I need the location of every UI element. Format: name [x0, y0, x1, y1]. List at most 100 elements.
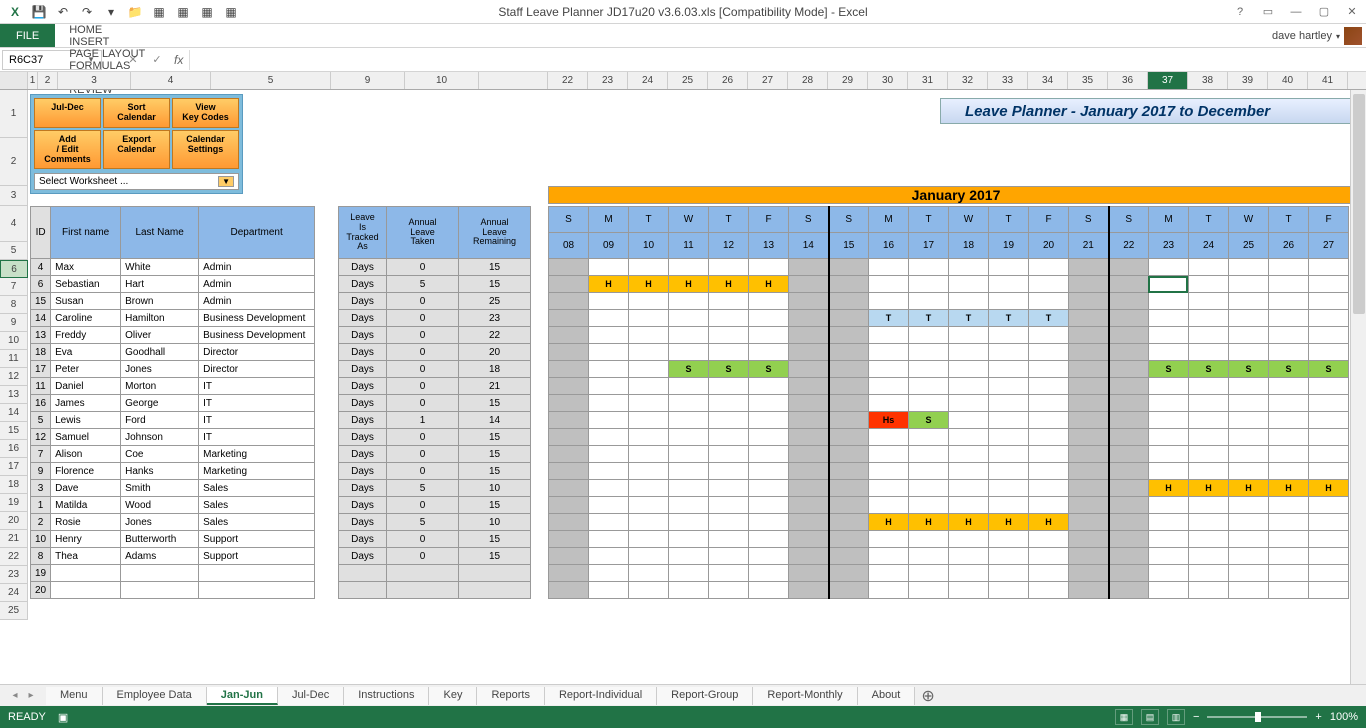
add-sheet-icon[interactable]: ⊕ [915, 686, 940, 706]
cell[interactable]: Days [339, 276, 387, 293]
cal-cell[interactable] [949, 293, 989, 310]
cal-cell[interactable]: S [1309, 361, 1349, 378]
cal-cell[interactable] [669, 531, 709, 548]
cal-cell[interactable] [829, 480, 869, 497]
cell[interactable]: 0 [387, 378, 459, 395]
cal-cell[interactable] [669, 259, 709, 276]
cal-cell[interactable] [1229, 565, 1269, 582]
col-header[interactable]: 39 [1228, 72, 1268, 89]
cal-cell[interactable] [789, 446, 829, 463]
cal-cell[interactable] [869, 327, 909, 344]
cal-cell[interactable] [789, 395, 829, 412]
cal-cell[interactable] [629, 361, 669, 378]
row-header[interactable]: 24 [0, 584, 28, 602]
cell[interactable]: Days [339, 480, 387, 497]
cal-cell[interactable] [709, 293, 749, 310]
cal-cell[interactable] [1069, 497, 1109, 514]
cal-cell[interactable] [549, 378, 589, 395]
cal-cell[interactable] [989, 463, 1029, 480]
cell[interactable]: Days [339, 412, 387, 429]
cell[interactable]: Marketing [199, 446, 315, 463]
staff-header[interactable]: First name [51, 207, 121, 259]
cal-cell[interactable] [1069, 276, 1109, 293]
cell[interactable]: IT [199, 395, 315, 412]
panel-button-jul-dec[interactable]: Jul-Dec [34, 98, 101, 128]
cal-cell[interactable] [789, 514, 829, 531]
cell[interactable]: Oliver [121, 327, 199, 344]
cal-cell[interactable] [749, 463, 789, 480]
cal-cell[interactable] [1229, 548, 1269, 565]
cal-cell[interactable]: S [1229, 361, 1269, 378]
user-area[interactable]: dave hartley ▾ [1272, 24, 1362, 48]
cell[interactable]: Samuel [51, 429, 121, 446]
cal-cell[interactable] [1069, 395, 1109, 412]
table-row[interactable]: 4MaxWhiteAdmin [31, 259, 315, 276]
cal-cell[interactable] [869, 463, 909, 480]
cell[interactable]: 1 [387, 412, 459, 429]
table-row[interactable]: 20 [31, 582, 315, 599]
cal-cell[interactable] [629, 480, 669, 497]
col-header[interactable]: 25 [668, 72, 708, 89]
cal-cell[interactable] [1149, 276, 1189, 293]
cal-cell[interactable] [1309, 582, 1349, 599]
cell[interactable]: 15 [459, 548, 531, 565]
cell[interactable]: Days [339, 327, 387, 344]
cal-cell[interactable] [909, 259, 949, 276]
cal-cell[interactable]: T [949, 310, 989, 327]
cell[interactable]: 10 [459, 480, 531, 497]
cal-cell[interactable] [1269, 497, 1309, 514]
cell[interactable]: Alison [51, 446, 121, 463]
table-row[interactable]: Days015 [339, 259, 531, 276]
cal-cell[interactable] [1309, 446, 1349, 463]
cal-cell[interactable] [709, 412, 749, 429]
cal-cell[interactable] [989, 548, 1029, 565]
cal-cell[interactable] [709, 259, 749, 276]
maximize-icon[interactable]: ▢ [1312, 2, 1336, 22]
cell[interactable]: Lewis [51, 412, 121, 429]
cal-cell[interactable] [989, 259, 1029, 276]
cal-cell[interactable] [1029, 480, 1069, 497]
cal-cell[interactable] [709, 327, 749, 344]
cal-cell[interactable] [829, 548, 869, 565]
table-row[interactable]: Days021 [339, 378, 531, 395]
cal-cell[interactable] [1069, 361, 1109, 378]
cal-cell[interactable] [789, 548, 829, 565]
cal-cell[interactable] [1309, 412, 1349, 429]
cal-cell[interactable] [1109, 514, 1149, 531]
cal-cell[interactable] [949, 429, 989, 446]
cal-cell[interactable] [829, 276, 869, 293]
cal-cell[interactable] [1109, 429, 1149, 446]
cal-cell[interactable] [629, 446, 669, 463]
row-header[interactable]: 8 [0, 296, 28, 314]
cell[interactable]: 0 [387, 548, 459, 565]
table-row[interactable]: Days015 [339, 446, 531, 463]
cal-cell[interactable] [1229, 514, 1269, 531]
cal-cell[interactable] [829, 378, 869, 395]
cal-cell[interactable] [909, 548, 949, 565]
cal-cell[interactable] [1189, 463, 1229, 480]
cal-cell[interactable] [949, 395, 989, 412]
cal-cell[interactable] [1029, 548, 1069, 565]
sheet-tab-report-monthly[interactable]: Report-Monthly [753, 687, 857, 705]
cell[interactable]: 15 [459, 259, 531, 276]
cell[interactable]: Business Development [199, 310, 315, 327]
cell[interactable]: 13 [31, 327, 51, 344]
table-row[interactable]: Days025 [339, 293, 531, 310]
row-header[interactable]: 1 [0, 90, 28, 138]
cell[interactable]: 5 [387, 514, 459, 531]
cal-cell[interactable] [709, 463, 749, 480]
panel-button-sort-calendar[interactable]: SortCalendar [103, 98, 170, 128]
cal-cell[interactable] [869, 480, 909, 497]
cal-cell[interactable] [869, 344, 909, 361]
cell[interactable]: 2 [31, 514, 51, 531]
cal-cell[interactable] [589, 378, 629, 395]
table-row[interactable]: 11DanielMortonIT [31, 378, 315, 395]
cal-cell[interactable] [1269, 344, 1309, 361]
cal-cell[interactable] [1269, 446, 1309, 463]
cal-cell[interactable] [1269, 310, 1309, 327]
cal-cell[interactable]: S [709, 361, 749, 378]
cal-cell[interactable] [1309, 344, 1349, 361]
cal-cell[interactable] [1029, 582, 1069, 599]
cal-cell[interactable] [909, 582, 949, 599]
cal-cell[interactable] [909, 378, 949, 395]
